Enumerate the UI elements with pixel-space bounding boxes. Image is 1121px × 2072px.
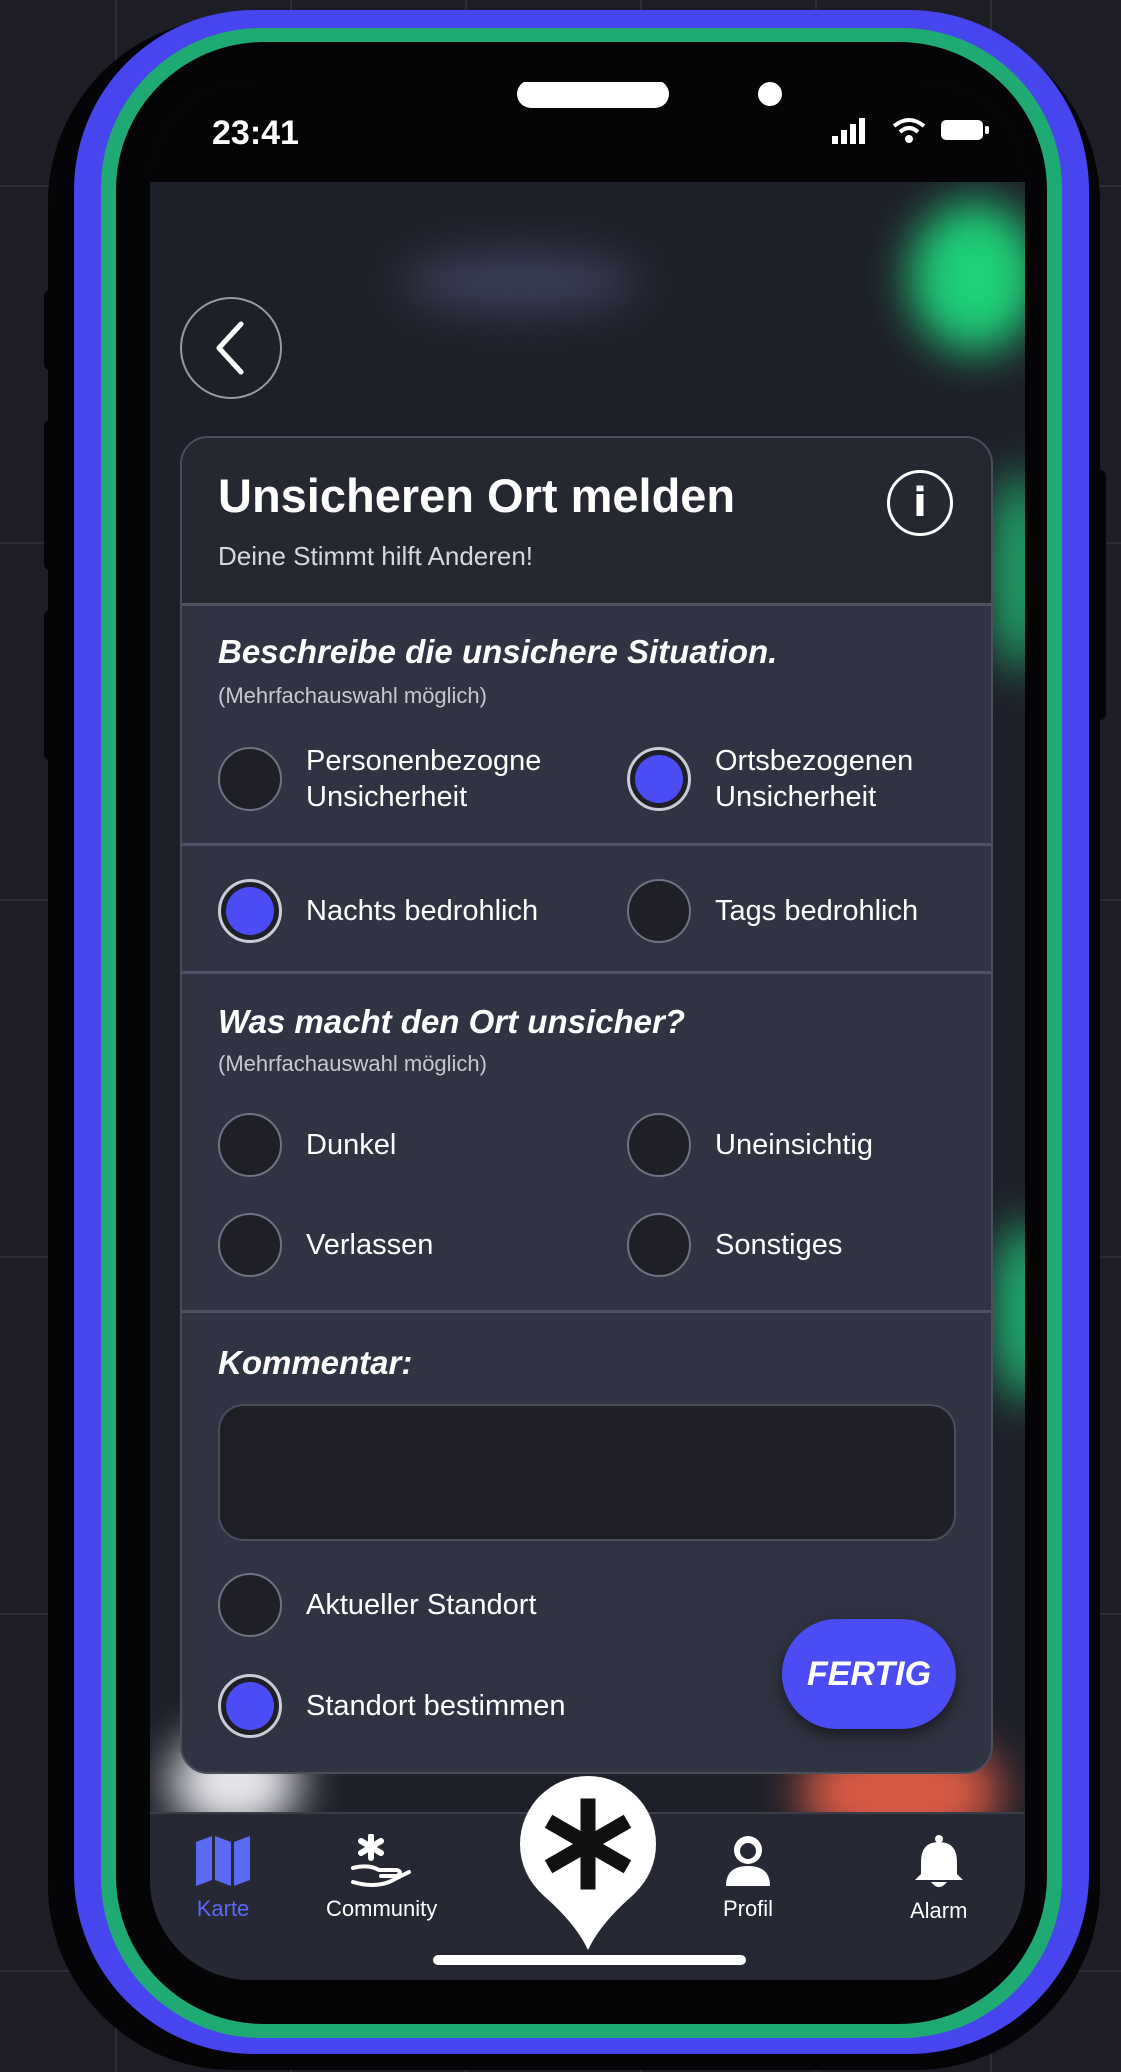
status-bar: 23:41	[150, 82, 1025, 182]
back-button[interactable]	[180, 297, 282, 399]
radio-button[interactable]	[627, 1113, 691, 1177]
radio-dot	[226, 1682, 274, 1730]
option-verlassen[interactable]: Verlassen	[218, 1213, 433, 1277]
option-uneinsichtig[interactable]: Uneinsichtig	[627, 1113, 873, 1177]
divider	[182, 603, 991, 606]
map-icon	[196, 1836, 250, 1886]
bell-icon	[914, 1835, 963, 1887]
option-label: Verlassen	[306, 1229, 434, 1261]
map-blob	[990, 472, 1025, 672]
radio-dot	[226, 887, 274, 935]
map-blob	[910, 202, 1025, 352]
tab-karte[interactable]: Karte	[194, 1834, 252, 1922]
radio-button[interactable]	[218, 1213, 282, 1277]
option-label: Ortsbezogenen Unsicherheit	[715, 745, 914, 813]
option-label: Tags bedrohlich	[715, 895, 919, 927]
option-label: Standort bestimmen	[306, 1690, 566, 1722]
radio-button[interactable]	[627, 879, 691, 943]
radio-button-selected[interactable]	[627, 747, 691, 811]
map-blob	[400, 252, 640, 312]
comment-input[interactable]	[218, 1404, 956, 1541]
option-label: Uneinsichtig	[715, 1129, 873, 1161]
option-label: Aktueller Standort	[306, 1589, 537, 1621]
home-indicator	[433, 1955, 746, 1965]
form-header: Unsicheren Ort melden Deine Stimmt hilft…	[182, 438, 991, 603]
option-personenbezogen[interactable]: Personenbezogne Unsicherheit	[218, 743, 541, 815]
option-label: Sonstiges	[715, 1229, 843, 1261]
section-reasons-title: Was macht den Ort unsicher?	[218, 1003, 685, 1040]
map-blob	[995, 1222, 1025, 1402]
option-dunkel[interactable]: Dunkel	[218, 1113, 396, 1177]
option-standort-bestimmen[interactable]: Standort bestimmen	[218, 1674, 566, 1738]
submit-button[interactable]: FERTIG	[782, 1619, 956, 1729]
phone-screen: 23:41 Unsicheren Ort melden Deine Stimmt…	[150, 82, 1025, 1980]
radio-button[interactable]	[627, 1213, 691, 1277]
option-label: Dunkel	[306, 1129, 397, 1161]
tab-label: Community	[326, 1896, 438, 1921]
section-situation-hint: (Mehrfachauswahl möglich)	[218, 683, 487, 708]
tab-profil[interactable]: Profil	[720, 1834, 776, 1922]
form-title: Unsicheren Ort melden	[218, 469, 736, 522]
tab-label: Karte	[196, 1896, 250, 1921]
wifi-icon	[892, 118, 926, 143]
front-camera	[758, 82, 782, 106]
divider	[182, 1310, 991, 1313]
radio-button[interactable]	[218, 1113, 282, 1177]
option-sonstiges[interactable]: Sonstiges	[627, 1213, 842, 1277]
radio-dot	[635, 755, 683, 803]
option-nachts[interactable]: Nachts bedrohlich	[218, 879, 538, 943]
option-tags[interactable]: Tags bedrohlich	[627, 879, 918, 943]
signal-icon	[832, 118, 865, 144]
option-ortsbezogen[interactable]: Ortsbezogenen Unsicherheit	[627, 743, 913, 815]
community-icon	[350, 1834, 411, 1887]
section-reasons-hint: (Mehrfachauswahl möglich)	[218, 1051, 487, 1076]
divider	[182, 971, 991, 974]
radio-button-selected[interactable]	[218, 1674, 282, 1738]
divider	[182, 843, 991, 846]
radio-button[interactable]	[218, 1573, 282, 1637]
report-form-card: Unsicheren Ort melden Deine Stimmt hilft…	[180, 436, 993, 1774]
option-label: Personenbezogne Unsicherheit	[306, 745, 542, 813]
asterisk-pin-icon	[520, 1776, 656, 1950]
option-aktueller-standort[interactable]: Aktueller Standort	[218, 1573, 537, 1637]
info-icon[interactable]: i	[887, 470, 953, 536]
battery-icon	[941, 120, 989, 140]
comment-label: Kommentar:	[218, 1344, 413, 1381]
section-situation-title: Beschreibe die unsichere Situation.	[218, 633, 778, 670]
speaker-grille	[517, 82, 669, 108]
chevron-left-icon	[216, 321, 244, 375]
option-label: Nachts bedrohlich	[306, 895, 539, 927]
status-icons	[832, 116, 990, 144]
tab-label: Profil	[722, 1896, 774, 1921]
tab-community[interactable]: Community	[326, 1834, 437, 1922]
tab-alarm[interactable]: Alarm	[910, 1834, 967, 1924]
status-time: 23:41	[212, 114, 299, 152]
radio-button-selected[interactable]	[218, 879, 282, 943]
tab-label: Alarm	[910, 1898, 968, 1923]
report-pin-button[interactable]	[518, 1774, 658, 1952]
radio-button[interactable]	[218, 747, 282, 811]
form-subtitle: Deine Stimmt hilft Anderen!	[218, 541, 534, 571]
profile-icon	[726, 1836, 770, 1886]
